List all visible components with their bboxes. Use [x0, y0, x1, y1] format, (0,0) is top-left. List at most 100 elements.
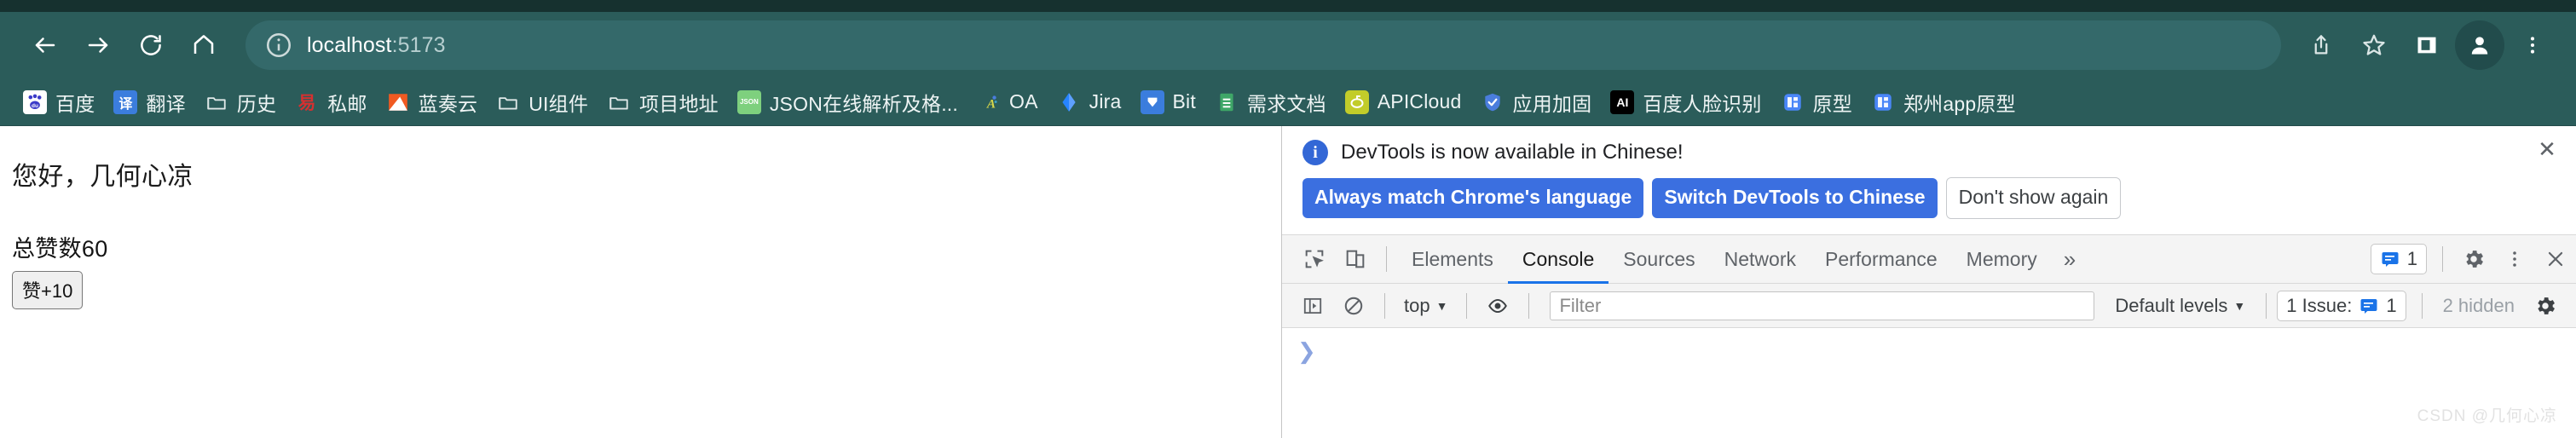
axure-icon: [1781, 90, 1805, 114]
issues-counter-button[interactable]: 1: [2370, 244, 2427, 274]
svg-text:du: du: [32, 102, 38, 108]
json-icon: JSON: [736, 89, 761, 114]
always-match-language-button[interactable]: Always match Chrome's language: [1302, 178, 1644, 218]
forward-button[interactable]: [72, 19, 124, 72]
chevron-down-icon: ▼: [2233, 298, 2246, 313]
bookmark-item[interactable]: 易私邮: [286, 84, 376, 120]
chrome-menu-button[interactable]: [2508, 20, 2557, 70]
bookmark-item[interactable]: A OA: [967, 84, 1048, 120]
bookmark-label: 百度: [55, 92, 95, 115]
folder-icon: [607, 90, 631, 114]
bookmark-item[interactable]: 郑州app原型: [1862, 84, 2025, 120]
tab-divider: [1386, 246, 1387, 272]
bookmark-item[interactable]: 历史: [195, 84, 286, 120]
bookmark-star-button[interactable]: [2349, 20, 2399, 70]
baidu-icon: du: [23, 89, 47, 114]
bookmark-item[interactable]: APICloud: [1336, 84, 1471, 120]
bookmark-item[interactable]: 蓝奏云: [377, 84, 488, 120]
dont-show-again-button[interactable]: Don't show again: [1945, 177, 2122, 219]
toolbar-divider-2: [1466, 292, 1468, 319]
devtools-panel: i DevTools is now available in Chinese! …: [1281, 126, 2576, 438]
kebab-menu-icon: [2530, 37, 2535, 54]
address-bar-url: localhost:5173: [307, 32, 446, 57]
profile-button[interactable]: [2455, 20, 2504, 70]
folder-icon: [205, 90, 228, 114]
bookmark-label: Bit: [1172, 90, 1196, 112]
tab-console[interactable]: Console: [1507, 235, 1609, 284]
bookmark-label: 蓝奏云: [418, 92, 478, 115]
bookmarks-bar: du 百度译翻译 历史易私邮 蓝奏云 UI组件 项目地址 JSON JSON在线解析及格...…: [0, 78, 2576, 126]
home-button[interactable]: [177, 19, 230, 72]
inspect-element-icon: [1305, 250, 1324, 268]
devtools-close-button[interactable]: [2535, 239, 2576, 280]
device-toolbar-button[interactable]: [1335, 239, 1376, 280]
close-icon: [2548, 251, 2563, 267]
devtools-settings-button[interactable]: [2453, 239, 2494, 280]
bookmark-item[interactable]: 需求文档: [1205, 84, 1336, 120]
bookmark-item[interactable]: Jira: [1048, 84, 1131, 120]
gear-icon: [2538, 297, 2555, 314]
share-icon: [2314, 35, 2328, 55]
like-button[interactable]: 赞+10: [12, 271, 84, 309]
clear-console-button[interactable]: [1333, 285, 1374, 326]
avatar-icon: [2471, 37, 2488, 55]
share-button[interactable]: [2296, 20, 2346, 70]
ai-icon: AI: [1610, 89, 1635, 114]
toolbar-divider-4: [2266, 292, 2267, 319]
live-expression-button[interactable]: [1477, 285, 1518, 326]
bit-icon: [1140, 89, 1164, 114]
bookmark-item[interactable]: 应用加固: [1471, 84, 1602, 120]
issues-bar-button[interactable]: 1 Issue: 1: [2277, 290, 2406, 321]
tab-sources[interactable]: Sources: [1609, 235, 1709, 284]
bookmark-item[interactable]: Bit: [1131, 84, 1205, 120]
bookmark-item[interactable]: JSON JSON在线解析及格...: [728, 84, 967, 120]
kebab-menu-icon: [2513, 251, 2516, 267]
console-sidebar-button[interactable]: [1292, 285, 1333, 326]
switch-devtools-language-button[interactable]: Switch DevTools to Chinese: [1652, 178, 1938, 218]
bookmark-item[interactable]: AI 百度人脸识别: [1601, 84, 1770, 120]
issues-count: 1: [2406, 248, 2417, 269]
star-icon: [2363, 34, 2385, 55]
bookmark-label: 郑州app原型: [1903, 92, 2016, 115]
lanzou-icon: [386, 90, 410, 114]
jira-icon: [1057, 90, 1081, 114]
bookmark-item[interactable]: UI组件: [487, 84, 598, 120]
console-output[interactable]: ❯ CSDN @几何心凉: [1282, 328, 2576, 438]
reload-button[interactable]: [124, 19, 177, 72]
sheets-icon: [1215, 90, 1239, 114]
console-filter-input[interactable]: [1550, 291, 2095, 320]
close-icon[interactable]: ✕: [2535, 138, 2559, 162]
tab-elements[interactable]: Elements: [1397, 235, 1508, 284]
side-panel-button[interactable]: [2402, 20, 2452, 70]
total-likes-text: 总赞数60: [12, 236, 108, 262]
info-circle-icon[interactable]: [264, 31, 293, 60]
tab-memory[interactable]: Memory: [1952, 235, 2052, 284]
bookmark-item[interactable]: 项目地址: [598, 84, 728, 120]
bookmark-item[interactable]: 译翻译: [104, 84, 194, 120]
devtools-more-button[interactable]: [2494, 239, 2535, 280]
hidden-messages-count: 2 hidden: [2442, 294, 2515, 316]
folder-icon: [496, 90, 520, 114]
tab-performance[interactable]: Performance: [1811, 235, 1952, 284]
tab-network[interactable]: Network: [1710, 235, 1811, 284]
bookmark-label: Jira: [1089, 90, 1122, 112]
bookmark-item[interactable]: du 百度: [14, 84, 104, 120]
browser-toolbar: localhost:5173: [0, 12, 2576, 78]
execution-context-select[interactable]: top ▼: [1395, 295, 1456, 317]
bookmark-label: UI组件: [528, 92, 589, 115]
address-bar[interactable]: localhost:5173: [245, 20, 2281, 70]
chevron-down-icon: ▼: [1435, 298, 1448, 313]
inspect-element-button[interactable]: [1294, 239, 1335, 280]
log-levels-select[interactable]: Default levels ▼: [2105, 295, 2255, 317]
back-button[interactable]: [19, 19, 72, 72]
info-icon: i: [1302, 140, 1328, 165]
issue-message-icon: [2360, 298, 2377, 314]
tabs-overflow-button[interactable]: »: [2052, 246, 2088, 273]
console-settings-button[interactable]: [2525, 285, 2566, 326]
svg-text:易: 易: [298, 92, 316, 112]
toolbar-divider-3: [1528, 292, 1530, 319]
web-page-content: 您好，几何心凉 总赞数60 赞+10: [0, 126, 1281, 438]
csdn-watermark: CSDN @几何心凉: [2417, 407, 2557, 425]
issues-count: 1: [2386, 294, 2397, 316]
bookmark-item[interactable]: 原型: [1771, 84, 1862, 120]
